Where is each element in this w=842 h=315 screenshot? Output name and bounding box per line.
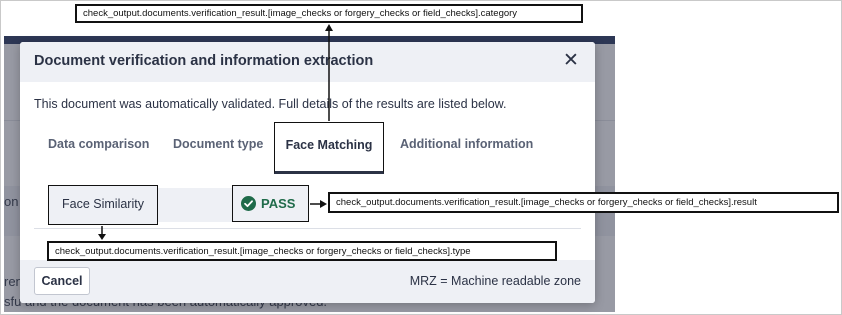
tab-document-type[interactable]: Document type [173,122,263,174]
content-divider [34,228,581,229]
mrz-footnote: MRZ = Machine readable zone [409,274,581,288]
check-circle-icon [241,196,256,211]
modal-header: Document verification and information ex… [20,42,595,82]
cancel-button[interactable]: Cancel [34,267,90,295]
check-result-badge: PASS [232,185,309,222]
modal-title: Document verification and information ex… [34,53,374,69]
check-type-label: Face Similarity [48,185,158,225]
tab-face-matching[interactable]: Face Matching [274,122,384,174]
check-result-text: PASS [261,196,296,211]
tab-additional-information[interactable]: Additional information [400,122,533,174]
intro-text: This document was automatically validate… [34,97,507,111]
tab-bar: Data comparison Document type Face Match… [34,122,581,174]
modal-footer: Cancel MRZ = Machine readable zone [20,260,595,303]
tab-data-comparison[interactable]: Data comparison [48,122,149,174]
annotation-category: check_output.documents.verification_resu… [75,4,583,23]
close-icon[interactable]: ✕ [561,50,581,72]
annotation-result: check_output.documents.verification_resu… [328,192,839,213]
verification-modal: Document verification and information ex… [20,42,595,303]
annotation-type: check_output.documents.verification_resu… [47,241,557,261]
